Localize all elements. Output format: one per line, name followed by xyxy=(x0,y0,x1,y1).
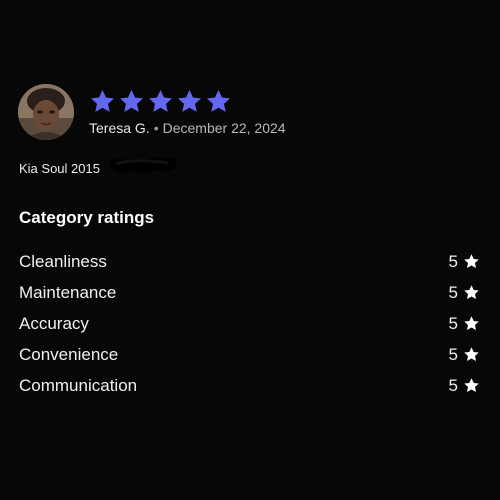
star-icon xyxy=(118,88,145,115)
category-ratings-list: Cleanliness 5 Maintenance 5 Accuracy 5 Conveni… xyxy=(19,246,480,401)
star-icon xyxy=(147,88,174,115)
vehicle-name: Kia Soul 2015 xyxy=(19,161,100,176)
byline-separator: • xyxy=(153,119,159,136)
reviewer-avatar[interactable] xyxy=(18,84,74,140)
reviewer-name: Teresa G. xyxy=(89,119,150,136)
redacted-text xyxy=(106,154,180,176)
rating-label: Convenience xyxy=(19,344,119,364)
star-icon xyxy=(176,88,203,115)
star-icon xyxy=(463,315,480,332)
star-icon xyxy=(205,88,232,115)
rating-number: 5 xyxy=(448,375,458,395)
star-rating xyxy=(89,88,286,115)
category-ratings-title: Category ratings xyxy=(19,208,155,227)
rating-label: Accuracy xyxy=(19,313,89,333)
rating-number: 5 xyxy=(448,313,458,333)
rating-row: Cleanliness 5 xyxy=(19,246,480,277)
review-byline: Teresa G. • December 22, 2024 xyxy=(89,119,286,137)
rating-number: 5 xyxy=(448,251,458,271)
rating-value: 5 xyxy=(449,376,480,396)
rating-number: 5 xyxy=(448,282,458,302)
rating-label: Maintenance xyxy=(19,282,117,302)
rating-row: Accuracy 5 xyxy=(19,308,480,339)
rating-row: Maintenance 5 xyxy=(19,277,480,308)
rating-value: 5 xyxy=(449,283,480,303)
review-header: Teresa G. • December 22, 2024 xyxy=(18,84,286,140)
rating-value: 5 xyxy=(449,345,480,365)
rating-label: Communication xyxy=(19,375,138,395)
review-meta: Teresa G. • December 22, 2024 xyxy=(89,88,286,137)
review-date: December 22, 2024 xyxy=(162,119,286,136)
star-icon xyxy=(463,377,480,394)
vehicle-row: Kia Soul 2015 xyxy=(19,157,180,178)
avatar-photo-icon xyxy=(18,84,74,140)
rating-label: Cleanliness xyxy=(19,251,107,271)
rating-row: Convenience 5 xyxy=(19,339,480,370)
rating-number: 5 xyxy=(448,344,458,364)
star-icon xyxy=(463,284,480,301)
rating-row: Communication 5 xyxy=(19,370,480,401)
star-icon xyxy=(89,88,116,115)
star-icon xyxy=(463,346,480,363)
rating-value: 5 xyxy=(449,252,480,272)
star-icon xyxy=(463,253,480,270)
rating-value: 5 xyxy=(449,314,480,334)
